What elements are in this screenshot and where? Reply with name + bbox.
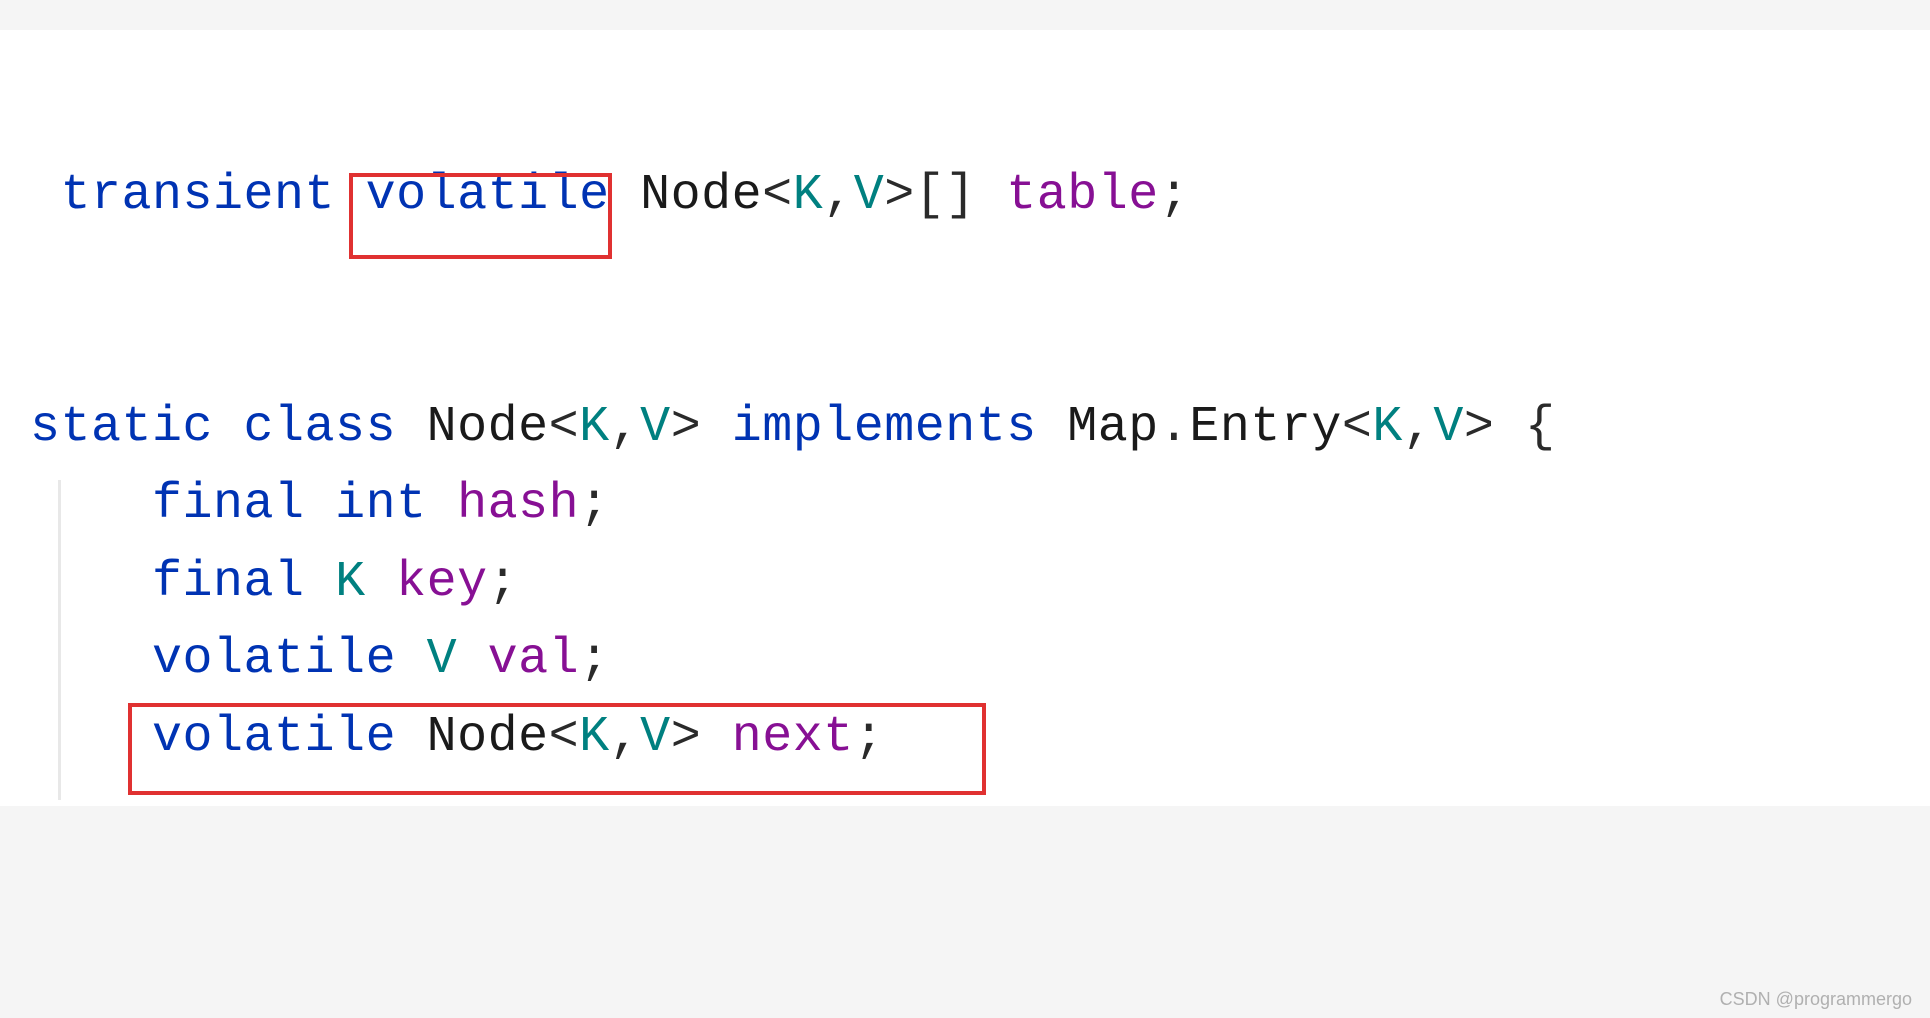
dot: .: [1159, 399, 1190, 456]
type-k: K: [579, 709, 610, 766]
indent: [30, 476, 152, 533]
code-line-3: final int hash;: [30, 466, 1900, 544]
blank-line: [30, 235, 1900, 312]
comma: ,: [610, 709, 641, 766]
type-node: Node: [640, 167, 762, 224]
comma: ,: [1403, 399, 1434, 456]
blank-line: [30, 80, 1900, 157]
array-brackets: []: [915, 167, 976, 224]
keyword-final: final: [152, 476, 305, 533]
type-k: K: [579, 399, 610, 456]
keyword-final: final: [152, 554, 305, 611]
keyword-int: int: [335, 476, 427, 533]
generic-close: >: [671, 709, 702, 766]
code-line-1: transient volatile Node<K,V>[] table;: [30, 157, 1900, 235]
brace-open: {: [1525, 399, 1556, 456]
generic-open: <: [1342, 399, 1373, 456]
keyword-transient: transient: [61, 167, 336, 224]
code-line-6: volatile Node<K,V> next;: [30, 699, 1900, 777]
semicolon: ;: [488, 554, 519, 611]
var-next: next: [732, 709, 854, 766]
blank-line: [30, 312, 1900, 389]
type-entry: Entry: [1189, 399, 1342, 456]
keyword-volatile: volatile: [152, 709, 396, 766]
code-line-2: static class Node<K,V> implements Map.En…: [30, 389, 1900, 467]
generic-open: <: [549, 709, 580, 766]
type-v: V: [1433, 399, 1464, 456]
var-hash: hash: [457, 476, 579, 533]
indent: [30, 631, 152, 688]
keyword-static: static: [30, 399, 213, 456]
type-v: V: [854, 167, 885, 224]
var-val: val: [488, 631, 580, 688]
type-k: K: [793, 167, 824, 224]
comma: ,: [610, 399, 641, 456]
var-key: key: [396, 554, 488, 611]
type-map: Map: [1067, 399, 1159, 456]
type-k: K: [1372, 399, 1403, 456]
generic-close: >: [1464, 399, 1495, 456]
type-node: Node: [427, 399, 549, 456]
generic-open: <: [762, 167, 793, 224]
type-k: K: [335, 554, 366, 611]
generic-close: >: [884, 167, 915, 224]
semicolon: ;: [579, 631, 610, 688]
type-v: V: [640, 399, 671, 456]
type-v: V: [427, 631, 458, 688]
comma: ,: [823, 167, 854, 224]
var-table: table: [1006, 167, 1159, 224]
semicolon: ;: [579, 476, 610, 533]
watermark: CSDN @programmergo: [1720, 989, 1912, 1010]
semicolon: ;: [1159, 167, 1190, 224]
generic-open: <: [549, 399, 580, 456]
indent: [30, 554, 152, 611]
indent-guide: [58, 480, 61, 800]
keyword-volatile: volatile: [366, 167, 610, 224]
code-line-5: volatile V val;: [30, 621, 1900, 699]
type-v: V: [640, 709, 671, 766]
generic-close: >: [671, 399, 702, 456]
code-block: transient volatile Node<K,V>[] table; st…: [0, 30, 1930, 806]
keyword-volatile: volatile: [152, 631, 396, 688]
keyword-class: class: [244, 399, 397, 456]
keyword-implements: implements: [732, 399, 1037, 456]
indent: [30, 709, 152, 766]
semicolon: ;: [854, 709, 885, 766]
type-node: Node: [427, 709, 549, 766]
code-line-4: final K key;: [30, 544, 1900, 622]
